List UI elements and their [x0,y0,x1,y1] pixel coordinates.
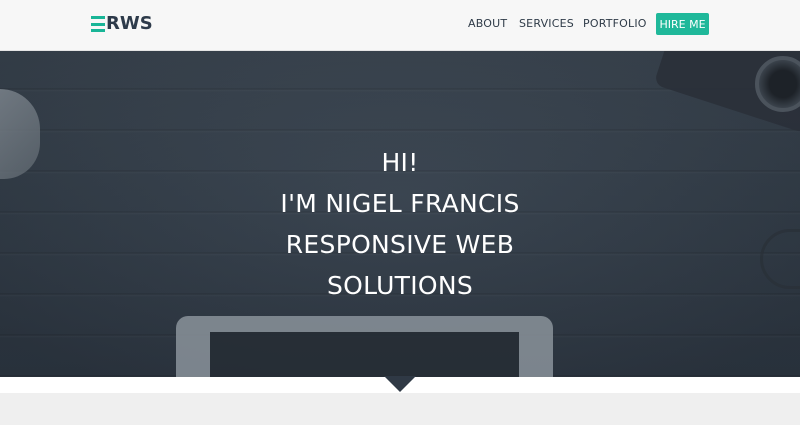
hero-line-greeting: HI! [381,148,419,177]
down-arrow-icon [384,376,416,392]
tablet-image [176,316,553,377]
main-nav: ABOUT SERVICES PORTFOLIO HIRE ME [0,13,800,37]
site-header: RWS ABOUT SERVICES PORTFOLIO HIRE ME [0,0,800,51]
nav-about-link[interactable]: ABOUT [468,17,507,30]
hero-line-name: I'M NIGEL FRANCIS [280,189,520,218]
nav-portfolio-link[interactable]: PORTFOLIO [583,17,647,30]
next-section [0,393,800,425]
hero-line-tagline-2: SOLUTIONS [326,271,474,300]
tablet-screen [210,332,519,377]
mouse-image [0,89,40,179]
hire-me-button[interactable]: HIRE ME [656,13,709,35]
hero-heading: HI! I'M NIGEL FRANCIS RESPONSIVE WEB SOL… [200,142,600,306]
hero-section: HI! I'M NIGEL FRANCIS RESPONSIVE WEB SOL… [0,51,800,377]
nav-services-link[interactable]: SERVICES [519,17,574,30]
hero-line-tagline-1: RESPONSIVE WEB [285,230,515,259]
glasses-image [760,229,800,289]
